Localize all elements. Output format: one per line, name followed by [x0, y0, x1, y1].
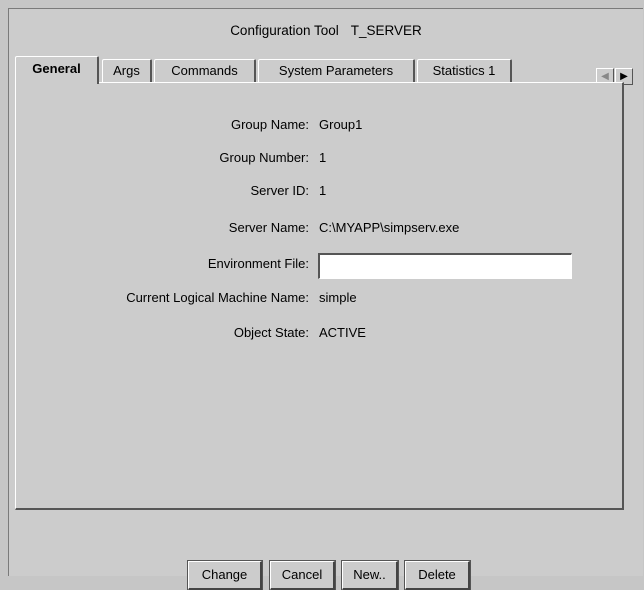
- server-id-row: Server ID: 1: [16, 181, 621, 201]
- general-tab-panel: Group Name: Group1 Group Number: 1 Serve…: [15, 82, 624, 510]
- change-button[interactable]: Change: [187, 560, 263, 590]
- server-name-row: Server Name: C:\MYAPP\simpserv.exe: [16, 218, 621, 238]
- arrow-right-icon: ▶: [620, 71, 628, 82]
- group-name-value: Group1: [319, 117, 363, 132]
- environment-file-row: Environment File:: [16, 253, 621, 279]
- delete-button[interactable]: Delete: [404, 560, 471, 590]
- tab-system-parameters[interactable]: System Parameters: [258, 59, 415, 82]
- cancel-button[interactable]: Cancel: [269, 560, 336, 590]
- object-state-row: Object State: ACTIVE: [16, 323, 621, 343]
- title-object-name: T_SERVER: [350, 23, 422, 38]
- tab-general[interactable]: General: [15, 56, 99, 84]
- machine-name-value: simple: [319, 290, 357, 305]
- machine-name-label: Current Logical Machine Name:: [126, 290, 309, 305]
- tab-statistics-1[interactable]: Statistics 1: [417, 59, 512, 82]
- new-button[interactable]: New..: [341, 560, 399, 590]
- server-id-value: 1: [319, 183, 327, 198]
- server-name-label: Server Name:: [228, 220, 309, 235]
- arrow-left-icon: ◀: [601, 71, 609, 82]
- group-number-label: Group Number:: [219, 150, 309, 165]
- group-name-label: Group Name:: [230, 117, 309, 132]
- tab-args[interactable]: Args: [102, 59, 152, 82]
- object-state-label: Object State:: [233, 325, 309, 340]
- object-state-value: ACTIVE: [319, 325, 366, 340]
- window-title: Configuration Tool T_SERVER: [9, 23, 643, 38]
- machine-name-row: Current Logical Machine Name: simple: [16, 288, 621, 308]
- server-name-value: C:\MYAPP\simpserv.exe: [319, 220, 460, 235]
- tab-commands[interactable]: Commands: [154, 59, 256, 82]
- group-number-row: Group Number: 1: [16, 148, 621, 168]
- group-number-value: 1: [319, 150, 327, 165]
- group-name-row: Group Name: Group1: [16, 115, 621, 135]
- server-id-label: Server ID:: [250, 183, 309, 198]
- title-tool-name: Configuration Tool: [230, 23, 339, 38]
- environment-file-input[interactable]: [318, 253, 572, 279]
- environment-file-label: Environment File:: [207, 256, 309, 271]
